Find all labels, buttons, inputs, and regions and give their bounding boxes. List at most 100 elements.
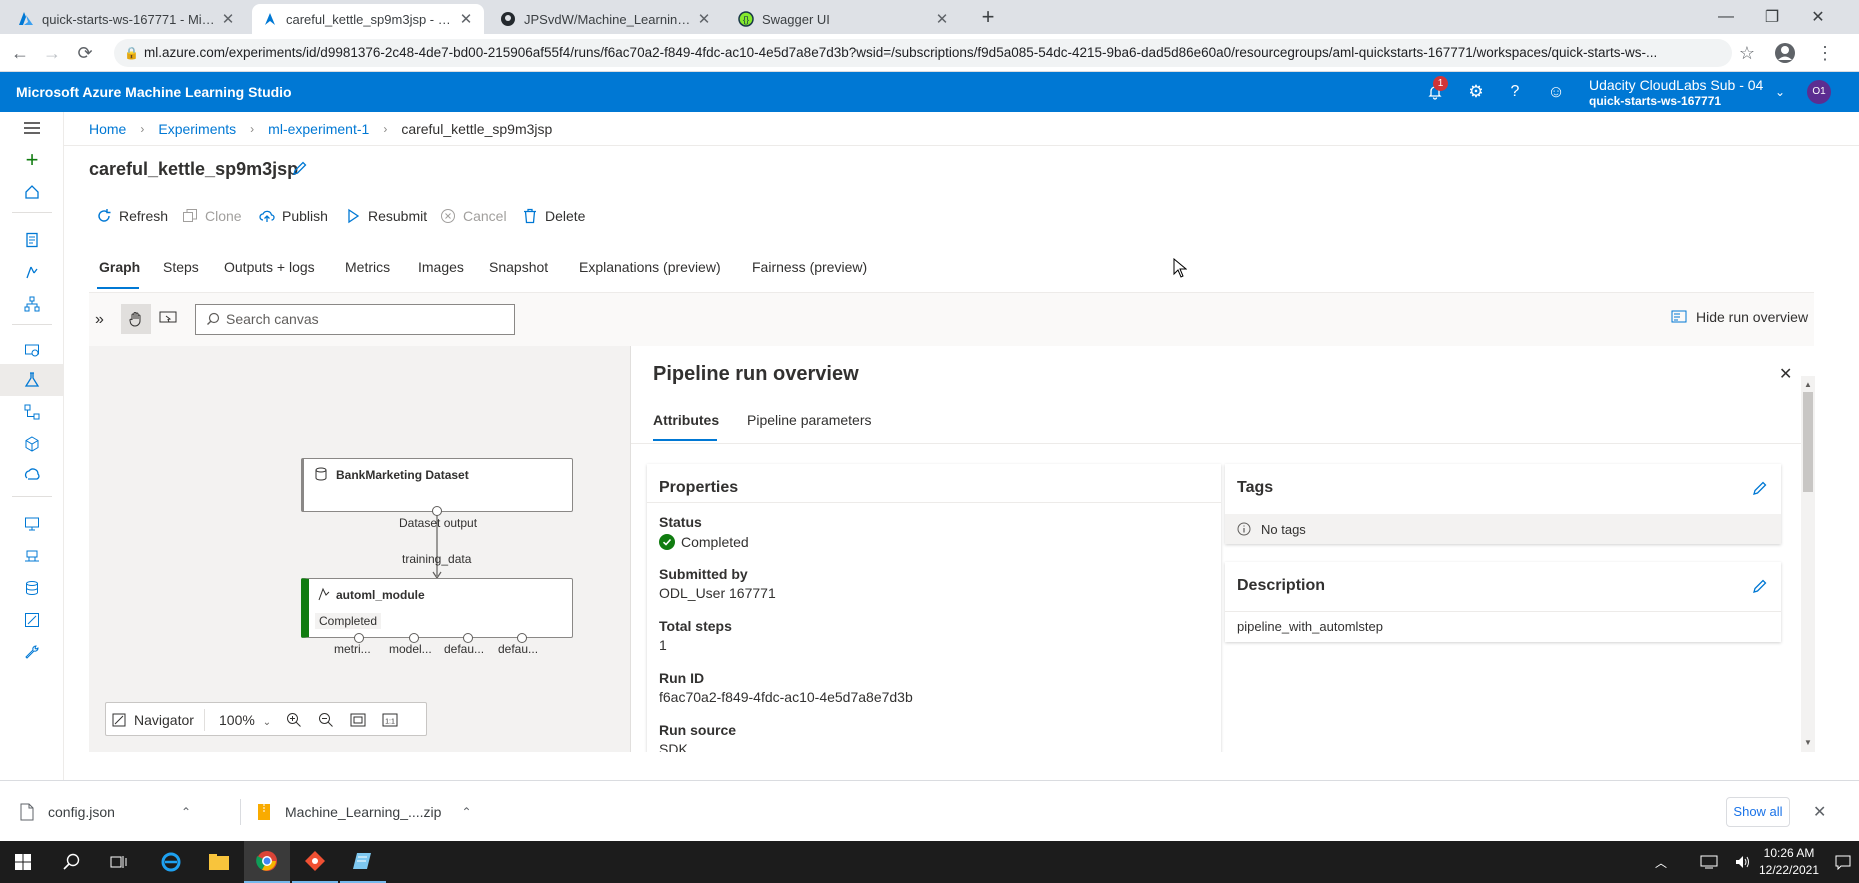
zoom-select[interactable]: 100% ⌄	[219, 712, 271, 728]
refresh-button[interactable]: Refresh	[96, 205, 168, 227]
system-clock[interactable]: 10:26 AM 12/22/2021	[1754, 845, 1824, 879]
hamburger-menu-icon[interactable]	[20, 116, 44, 140]
breadcrumb-home[interactable]: Home	[89, 121, 126, 137]
clone-button[interactable]: Clone	[182, 205, 242, 227]
download-item[interactable]: Machine_Learning_....zip ⌃	[257, 797, 472, 827]
browser-tab[interactable]: JPSvdW/Machine_Learning_Engi ✕	[490, 4, 722, 34]
reload-icon[interactable]: ⟳	[71, 39, 99, 67]
chevron-down-icon[interactable]: ⌄	[1769, 81, 1791, 103]
chevron-up-icon[interactable]: ⌃	[461, 805, 471, 819]
action-center-icon[interactable]	[1826, 841, 1859, 883]
automated-ml-icon[interactable]	[20, 260, 44, 284]
zoom-in-icon[interactable]	[286, 712, 302, 728]
tab-fairness[interactable]: Fairness (preview)	[752, 259, 867, 275]
delete-button[interactable]: Delete	[522, 205, 585, 227]
tab-images[interactable]: Images	[418, 259, 464, 275]
profile-icon[interactable]	[1771, 39, 1799, 67]
pan-hand-icon[interactable]	[121, 304, 151, 334]
minimize-button[interactable]: —	[1703, 0, 1749, 34]
models-icon[interactable]	[20, 432, 44, 456]
close-tab-icon[interactable]: ✕	[934, 10, 950, 28]
download-item[interactable]: config.json ⌃	[20, 797, 191, 827]
breadcrumb-experiment[interactable]: ml-experiment-1	[268, 121, 369, 137]
tab-graph[interactable]: Graph	[99, 259, 140, 275]
close-downloads-icon[interactable]: ✕	[1813, 802, 1826, 822]
tab-outputs-logs[interactable]: Outputs + logs	[224, 259, 315, 275]
expand-panel-icon[interactable]: »	[95, 311, 104, 329]
scroll-up-icon[interactable]: ▲	[1804, 380, 1812, 389]
automl-module-node[interactable]: automl_module Completed	[301, 578, 573, 638]
designer-icon[interactable]	[20, 292, 44, 316]
environments-icon[interactable]	[20, 544, 44, 568]
pipelines-icon[interactable]	[20, 400, 44, 424]
show-hidden-icons-icon[interactable]: ︿	[1638, 841, 1684, 883]
back-icon[interactable]: ←	[6, 39, 34, 67]
chrome-icon[interactable]	[244, 841, 290, 883]
compute-icon[interactable]	[20, 512, 44, 536]
panel-scrollbar[interactable]: ▲ ▼	[1801, 376, 1815, 752]
avatar[interactable]: O1	[1807, 80, 1831, 104]
url-input[interactable]: 🔒 ml.azure.com/experiments/id/d9981376-2…	[114, 39, 1732, 67]
git-tool-icon[interactable]	[292, 841, 338, 883]
graph-canvas[interactable]: BankMarketing Dataset Dataset output tra…	[89, 346, 630, 752]
close-tab-icon[interactable]: ✕	[458, 10, 474, 28]
close-tab-icon[interactable]: ✕	[220, 10, 236, 28]
close-tab-icon[interactable]: ✕	[696, 10, 712, 28]
search-canvas-input[interactable]: Search canvas	[195, 304, 515, 335]
datastores-icon[interactable]	[20, 576, 44, 600]
hide-run-overview-button[interactable]: Hide run overview	[1671, 309, 1808, 325]
internet-explorer-icon[interactable]	[148, 841, 194, 883]
notebooks-icon[interactable]	[20, 228, 44, 252]
create-new-icon[interactable]: +	[20, 147, 44, 172]
show-all-button[interactable]: Show all	[1726, 797, 1790, 827]
breadcrumb-experiments[interactable]: Experiments	[158, 121, 236, 137]
help-icon[interactable]: ?	[1504, 81, 1526, 103]
tab-attributes[interactable]: Attributes	[653, 412, 719, 428]
publish-button[interactable]: Publish	[259, 205, 328, 227]
tab-snapshot[interactable]: Snapshot	[489, 259, 548, 275]
scroll-down-icon[interactable]: ▼	[1804, 738, 1812, 747]
tab-pipeline-parameters[interactable]: Pipeline parameters	[747, 412, 872, 428]
data-labeling-icon[interactable]	[20, 608, 44, 632]
task-view-icon[interactable]	[96, 841, 142, 883]
search-icon[interactable]	[48, 841, 94, 883]
dataset-output-port[interactable]	[432, 506, 442, 516]
fit-to-screen-icon[interactable]	[350, 712, 366, 728]
edit-description-icon[interactable]	[1752, 578, 1768, 594]
endpoints-icon[interactable]	[20, 464, 44, 488]
browser-tab[interactable]: quick-starts-ws-167771 - Microso ✕	[8, 4, 246, 34]
close-window-button[interactable]: ✕	[1795, 0, 1841, 34]
windows-start-icon[interactable]	[0, 841, 46, 883]
cancel-run-button[interactable]: Cancel	[440, 205, 507, 227]
tab-explanations[interactable]: Explanations (preview)	[579, 259, 721, 275]
resubmit-button[interactable]: Resubmit	[345, 205, 427, 227]
file-explorer-icon[interactable]	[196, 841, 242, 883]
new-tab-button[interactable]: +	[976, 6, 1000, 30]
zoom-out-icon[interactable]	[318, 712, 334, 728]
scrollbar-thumb[interactable]	[1803, 392, 1813, 492]
select-mode-icon[interactable]	[159, 311, 177, 325]
close-panel-icon[interactable]: ✕	[1779, 364, 1792, 384]
tab-steps[interactable]: Steps	[163, 259, 199, 275]
datasets-icon[interactable]	[20, 338, 44, 362]
forward-icon[interactable]: →	[38, 39, 66, 67]
restore-button[interactable]: ❐	[1749, 0, 1795, 34]
notepad-icon[interactable]	[340, 841, 386, 883]
edit-tags-icon[interactable]	[1752, 480, 1768, 496]
tab-metrics[interactable]: Metrics	[345, 259, 390, 275]
browser-tab-active[interactable]: careful_kettle_sp9m3jsp - Micros ✕	[252, 4, 484, 34]
feedback-smiley-icon[interactable]: ☺	[1545, 81, 1567, 103]
chevron-up-icon[interactable]: ⌃	[181, 805, 191, 819]
dataset-node[interactable]: BankMarketing Dataset	[301, 458, 573, 512]
account-switcher[interactable]: Udacity CloudLabs Sub - 04 quick-starts-…	[1589, 77, 1763, 109]
settings-gear-icon[interactable]: ⚙	[1465, 81, 1487, 103]
browser-tab[interactable]: {} Swagger UI ✕	[728, 4, 960, 34]
navigator-toggle[interactable]: Navigator	[112, 712, 194, 728]
experiments-flask-icon[interactable]	[20, 368, 44, 392]
linked-services-icon[interactable]	[20, 640, 44, 664]
edit-pencil-icon[interactable]	[292, 160, 308, 176]
bookmark-star-icon[interactable]: ☆	[1733, 39, 1761, 67]
actual-size-icon[interactable]: 1:1	[382, 712, 398, 728]
home-icon[interactable]	[20, 180, 44, 204]
browser-menu-icon[interactable]: ⋮	[1811, 39, 1839, 67]
